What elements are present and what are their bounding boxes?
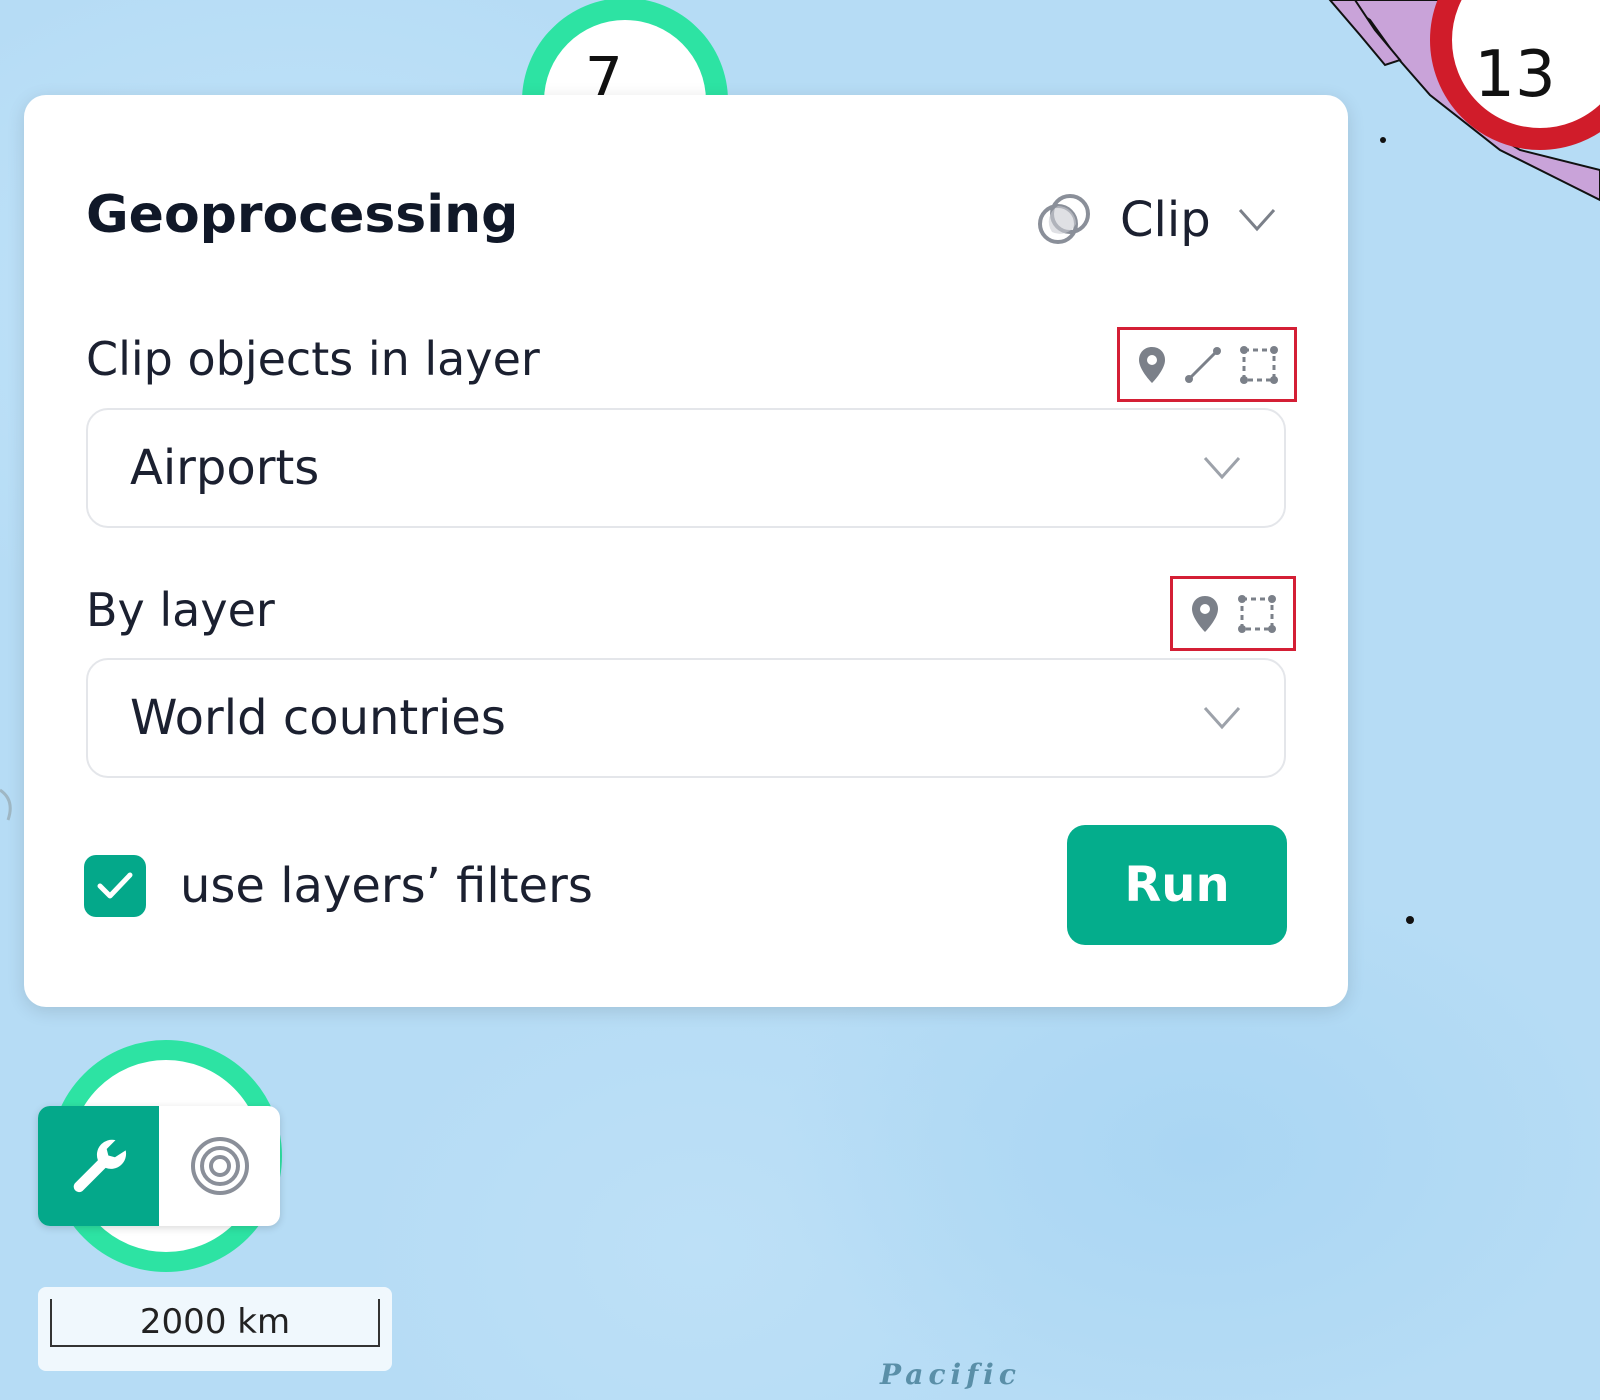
clip-layer-select[interactable]: Airports: [86, 408, 1286, 528]
cluster-count: 13: [1474, 38, 1556, 112]
buffer-tool-button[interactable]: [159, 1106, 280, 1226]
target-icon: [190, 1137, 249, 1195]
geoprocessing-panel: Geoprocessing Clip Clip objects in layer: [24, 95, 1348, 1007]
chevron-down-icon: [1203, 706, 1241, 730]
island: [1380, 137, 1386, 143]
tool-switcher: [38, 1106, 280, 1226]
point-icon: [1138, 346, 1165, 383]
by-layer-value: World countries: [130, 690, 506, 746]
ocean-label: Pacific: [880, 1358, 1021, 1391]
use-filters-label: use layers’ filters: [180, 858, 593, 914]
line-icon: [1185, 346, 1221, 383]
by-layer-select[interactable]: World countries: [86, 658, 1286, 778]
wrench-icon: [73, 1139, 126, 1193]
run-button[interactable]: Run: [1067, 825, 1287, 945]
intersect-circles-icon: [1038, 194, 1090, 244]
by-layer-label: By layer: [86, 583, 275, 637]
clip-geometry-types: [1117, 327, 1297, 402]
point-icon: [1192, 595, 1218, 632]
scale-bar: 2000 km: [38, 1287, 392, 1371]
use-filters-row: use layers’ filters: [84, 853, 593, 919]
checkmark-icon: [97, 872, 133, 899]
chevron-down-icon: [1203, 456, 1241, 480]
polygon-icon: [1238, 594, 1276, 633]
island: [1406, 916, 1414, 924]
panel-title: Geoprocessing: [86, 185, 519, 245]
by-geometry-types: [1170, 576, 1296, 651]
scale-bar-label: 2000 km: [139, 1302, 291, 1342]
polygon-icon: [1239, 345, 1278, 384]
operation-label: Clip: [1120, 192, 1211, 248]
coastline: [0, 788, 12, 821]
scale-bar-line: 2000 km: [50, 1299, 380, 1347]
clip-layer-value: Airports: [130, 440, 320, 496]
geoprocessing-tool-button[interactable]: [38, 1106, 159, 1226]
chevron-down-icon: [1238, 208, 1275, 232]
use-filters-checkbox[interactable]: [84, 855, 146, 917]
clip-layer-label: Clip objects in layer: [86, 332, 540, 386]
operation-dropdown[interactable]: Clip: [1034, 185, 1277, 255]
